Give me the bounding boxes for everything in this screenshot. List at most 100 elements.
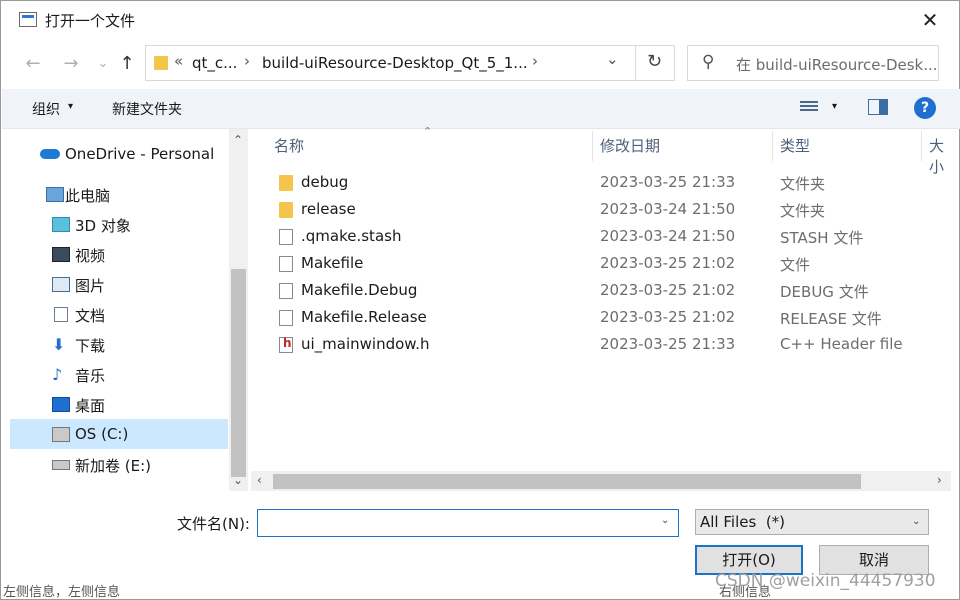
column-header-type[interactable]: 类型 xyxy=(780,135,810,156)
chevron-down-icon[interactable]: ⌄ xyxy=(661,515,669,526)
file-name: .qmake.stash xyxy=(301,227,402,245)
file-row[interactable]: .qmake.stash 2023-03-24 21:50 STASH 文件 xyxy=(271,224,931,251)
file-icon xyxy=(279,229,293,245)
search-placeholder: 在 build-uiResource-Desk... xyxy=(736,56,938,74)
scroll-right-arrow[interactable]: › xyxy=(937,473,942,487)
file-list-scroll-thumb[interactable] xyxy=(273,474,861,489)
sidebar-item-downloads[interactable]: ⬇ 下载 xyxy=(10,329,228,359)
sidebar-item-label: 此电脑 xyxy=(65,187,111,205)
file-name: debug xyxy=(301,173,349,191)
column-header-size[interactable]: 大小 xyxy=(929,135,949,177)
file-date: 2023-03-25 21:02 xyxy=(600,254,736,272)
file-name: Makefile.Release xyxy=(301,308,427,326)
sidebar-item-pictures[interactable]: 图片 xyxy=(10,269,228,299)
file-row[interactable]: ui_mainwindow.h 2023-03-25 21:33 C++ Hea… xyxy=(271,332,931,359)
column-divider[interactable] xyxy=(921,131,922,161)
file-row[interactable]: debug 2023-03-25 21:33 文件夹 xyxy=(271,170,931,197)
forward-button[interactable]: → xyxy=(59,51,83,77)
back-button[interactable]: ← xyxy=(21,51,45,77)
file-row[interactable]: Makefile 2023-03-25 21:02 文件 xyxy=(271,251,931,278)
filename-label: 文件名(N): xyxy=(177,515,250,533)
file-type-filter[interactable]: All Files (*) ⌄ xyxy=(695,509,929,535)
file-type: C++ Header file xyxy=(780,335,903,353)
sidebar-item-label: 视频 xyxy=(75,247,106,265)
help-icon[interactable]: ? xyxy=(914,97,936,119)
sidebar-item-3d-objects[interactable]: 3D 对象 xyxy=(10,209,228,239)
file-row[interactable]: release 2023-03-24 21:50 文件夹 xyxy=(271,197,931,224)
command-bar: 组织 ▾ 新建文件夹 ▾ ? xyxy=(2,89,960,129)
sidebar-scroll-thumb[interactable] xyxy=(231,269,246,477)
window-icon xyxy=(19,12,37,27)
file-name: Makefile xyxy=(301,254,364,272)
sidebar-item-videos[interactable]: 视频 xyxy=(10,239,228,269)
title-bar: 打开一个文件 ✕ xyxy=(1,1,959,39)
file-icon xyxy=(279,256,293,272)
filter-value: All Files (*) xyxy=(700,513,786,531)
sidebar-item-label: 下载 xyxy=(75,337,106,355)
column-divider[interactable] xyxy=(592,131,593,161)
sidebar-item-documents[interactable]: 文档 xyxy=(10,299,228,329)
organize-button[interactable]: 组织 xyxy=(32,99,60,119)
recent-locations-button[interactable]: ⌄ xyxy=(91,51,115,77)
sidebar-item-label: OneDrive - Personal xyxy=(65,145,215,163)
new-folder-button[interactable]: 新建文件夹 xyxy=(112,99,182,119)
sidebar-item-label: 文档 xyxy=(75,307,106,325)
overflow-chevron[interactable]: « xyxy=(174,52,183,70)
computer-icon xyxy=(46,187,64,202)
view-options-icon[interactable] xyxy=(800,99,818,115)
column-header-name[interactable]: 名称 xyxy=(274,135,304,156)
search-icon: ⚲ xyxy=(702,52,715,72)
sidebar-item-music[interactable]: ♪ 音乐 xyxy=(10,359,228,389)
file-type: STASH 文件 xyxy=(780,229,864,247)
file-date: 2023-03-24 21:50 xyxy=(600,200,736,218)
sidebar-item-label: OS (C:) xyxy=(75,425,129,443)
document-icon xyxy=(54,307,68,322)
file-name: ui_mainwindow.h xyxy=(301,335,430,353)
filename-input[interactable] xyxy=(257,509,679,537)
scroll-up-arrow[interactable]: ⌃ xyxy=(233,133,243,147)
file-row[interactable]: Makefile.Debug 2023-03-25 21:02 DEBUG 文件 xyxy=(271,278,931,305)
sidebar-item-this-pc[interactable]: 此电脑 xyxy=(10,179,228,209)
drive-icon xyxy=(52,460,70,470)
column-header-date[interactable]: 修改日期 xyxy=(600,135,660,156)
video-icon xyxy=(52,247,70,262)
file-date: 2023-03-25 21:02 xyxy=(600,281,736,299)
sidebar-item-label: 新加卷 (E:) xyxy=(75,457,152,475)
sidebar-item-os-c[interactable]: OS (C:) xyxy=(10,419,228,449)
file-icon xyxy=(279,283,293,299)
navigation-pane: OneDrive - Personal 此电脑 3D 对象 视频 图片 文档 ⬇… xyxy=(10,129,248,491)
music-icon: ♪ xyxy=(52,365,63,384)
address-dropdown-button[interactable]: ⌄ xyxy=(606,50,619,68)
sidebar-item-new-volume-e[interactable]: 新加卷 (E:) xyxy=(10,449,228,479)
column-divider[interactable] xyxy=(772,131,773,161)
sidebar-item-label: 图片 xyxy=(75,277,106,295)
address-bar[interactable]: « qt_c... › build-uiResource-Desktop_Qt_… xyxy=(145,45,675,81)
open-file-dialog: 打开一个文件 ✕ ← → ⌄ ↑ « qt_c... › build-uiRes… xyxy=(0,0,960,600)
sidebar-item-onedrive[interactable]: OneDrive - Personal xyxy=(10,139,228,169)
close-button[interactable]: ✕ xyxy=(915,7,945,33)
file-type: 文件 xyxy=(780,256,811,274)
picture-icon xyxy=(52,277,70,292)
breadcrumb-item[interactable]: build-uiResource-Desktop_Qt_5_1... xyxy=(262,54,528,72)
watermark: CSDN @weixin_44457930 xyxy=(715,571,936,591)
folder-icon xyxy=(154,56,168,70)
scroll-left-arrow[interactable]: ‹ xyxy=(257,473,262,487)
refresh-button[interactable]: ↻ xyxy=(635,45,673,81)
background-text: 左侧信息，左侧信息 xyxy=(3,585,121,600)
file-row[interactable]: Makefile.Release 2023-03-25 21:02 RELEAS… xyxy=(271,305,931,332)
window-title: 打开一个文件 xyxy=(45,12,136,30)
sidebar-item-label: 3D 对象 xyxy=(75,217,131,235)
up-button[interactable]: ↑ xyxy=(115,51,139,77)
file-type: RELEASE 文件 xyxy=(780,310,882,328)
chevron-down-icon[interactable]: ▾ xyxy=(832,101,837,112)
breadcrumb-separator[interactable]: › xyxy=(244,52,250,70)
file-name: release xyxy=(301,200,356,218)
breadcrumb-item[interactable]: qt_c... xyxy=(192,54,237,72)
preview-pane-icon[interactable] xyxy=(868,99,888,115)
chevron-down-icon: ⌄ xyxy=(912,516,921,527)
file-date: 2023-03-24 21:50 xyxy=(600,227,736,245)
sidebar-item-desktop[interactable]: 桌面 xyxy=(10,389,228,419)
breadcrumb-separator[interactable]: › xyxy=(532,52,538,70)
search-input[interactable]: ⚲ 在 build-uiResource-Desk... xyxy=(687,45,939,81)
file-type: 文件夹 xyxy=(780,202,826,220)
